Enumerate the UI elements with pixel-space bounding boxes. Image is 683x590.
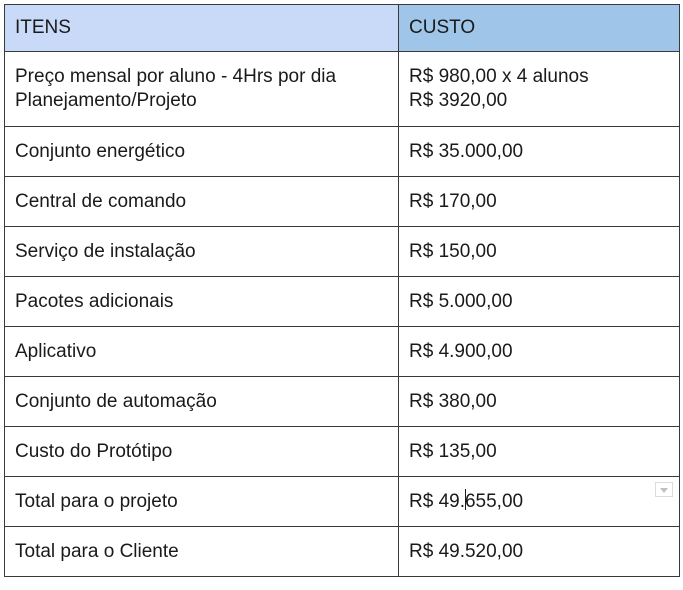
item-line: Preço mensal por aluno - 4Hrs por dia — [15, 66, 337, 87]
item-cell[interactable]: Conjunto energético — [4, 126, 399, 177]
cost-line: R$ 3920,00 — [409, 90, 508, 111]
table-row: Conjunto energético R$ 35.000,00 — [4, 126, 680, 177]
cost-cell[interactable]: R$ 980,00 x 4 alunos R$ 3920,00 — [398, 51, 680, 127]
item-cell[interactable]: Conjunto de automação — [4, 376, 399, 427]
cost-cell[interactable]: R$ 150,00 — [398, 226, 680, 277]
cost-text-with-cursor: R$ 49.655,00 — [409, 489, 524, 512]
item-cell[interactable]: Total para o projeto — [4, 476, 399, 527]
item-cell[interactable]: Serviço de instalação — [4, 226, 399, 277]
item-line: Planejamento/Projeto — [15, 90, 197, 111]
cost-table: ITENS CUSTO Preço mensal por aluno - 4Hr… — [4, 4, 680, 577]
item-cell[interactable]: Pacotes adicionais — [4, 276, 399, 327]
cost-cell[interactable]: R$ 380,00 — [398, 376, 680, 427]
table-row: Central de comando R$ 170,00 — [4, 176, 680, 227]
item-cell[interactable]: Custo do Protótipo — [4, 426, 399, 477]
header-itens[interactable]: ITENS — [4, 4, 399, 52]
table-row: Pacotes adicionais R$ 5.000,00 — [4, 276, 680, 327]
cost-cell-editing[interactable]: R$ 49.655,00 — [398, 476, 680, 527]
header-custo[interactable]: CUSTO — [398, 4, 680, 52]
table-header-row: ITENS CUSTO — [4, 4, 680, 52]
table-row: Serviço de instalação R$ 150,00 — [4, 226, 680, 277]
cost-line: R$ 980,00 x 4 alunos — [409, 66, 589, 87]
cost-cell[interactable]: R$ 49.520,00 — [398, 526, 680, 577]
table-row: Aplicativo R$ 4.900,00 — [4, 326, 680, 377]
table-row: Preço mensal por aluno - 4Hrs por dia Pl… — [4, 51, 680, 127]
item-cell[interactable]: Preço mensal por aluno - 4Hrs por dia Pl… — [4, 51, 399, 127]
item-cell[interactable]: Aplicativo — [4, 326, 399, 377]
cost-cell[interactable]: R$ 5.000,00 — [398, 276, 680, 327]
table-row: Total para o Cliente R$ 49.520,00 — [4, 526, 680, 577]
cost-cell[interactable]: R$ 35.000,00 — [398, 126, 680, 177]
cost-text-after-cursor: 655,00 — [464, 491, 524, 512]
cost-cell[interactable]: R$ 170,00 — [398, 176, 680, 227]
cost-cell[interactable]: R$ 4.900,00 — [398, 326, 680, 377]
item-cell[interactable]: Total para o Cliente — [4, 526, 399, 577]
table-row: Total para o projeto R$ 49.655,00 — [4, 476, 680, 527]
table-row: Conjunto de automação R$ 380,00 — [4, 376, 680, 427]
table-row: Custo do Protótipo R$ 135,00 — [4, 426, 680, 477]
dropdown-arrow-icon[interactable] — [655, 482, 673, 497]
cost-text-before-cursor: R$ 49. — [409, 491, 465, 512]
cost-cell[interactable]: R$ 135,00 — [398, 426, 680, 477]
item-cell[interactable]: Central de comando — [4, 176, 399, 227]
